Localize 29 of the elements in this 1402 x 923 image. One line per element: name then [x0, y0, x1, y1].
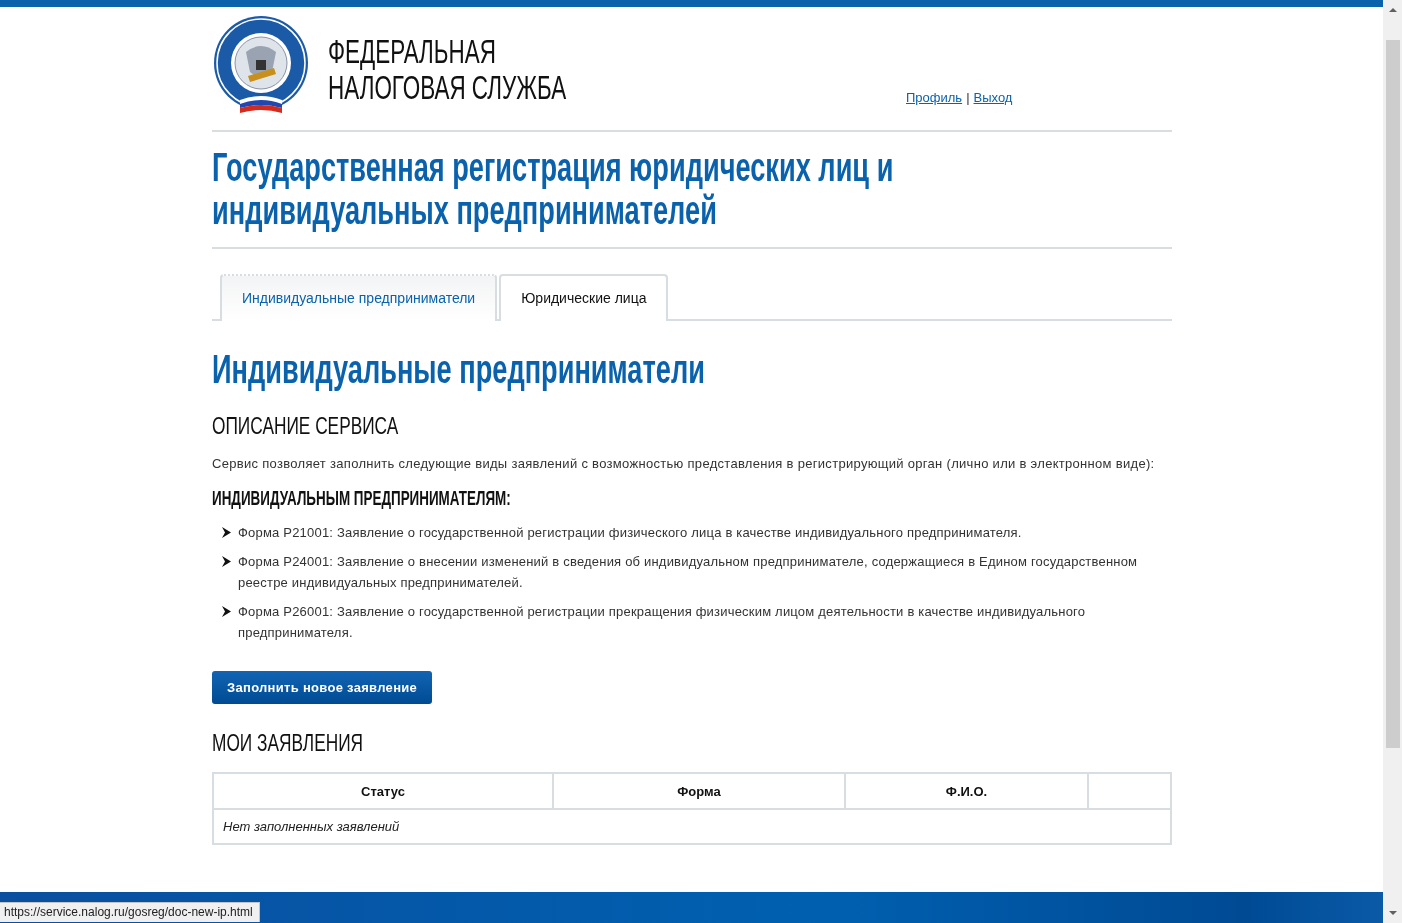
list-heading: ИНДИВИДУАЛЬНЫМ ПРЕДПРИНИМАТЕЛЯМ:	[212, 486, 511, 510]
chevron-icon	[221, 606, 232, 617]
tab[interactable]: Индивидуальные предприниматели	[220, 274, 498, 321]
form-description: Форма Р26001: Заявление о государственной регистрации прекращения физическим лицом деятельности в качестве индивидуального предпринимателя.	[238, 603, 1087, 642]
link-separator: |	[966, 90, 970, 105]
form-description: Форма Р21001: Заявление о государственной регистрации физического лица в качестве индивидуального предпринимателя.	[238, 524, 1022, 542]
scrollbar[interactable]	[1383, 0, 1402, 923]
status-url: https://service.nalog.ru/gosreg/doc-new-ip.html	[0, 902, 260, 922]
section-title: Индивидуальные предприниматели	[212, 347, 705, 391]
column-header: Ф.И.О.	[845, 773, 1088, 809]
section-heading: ОПИСАНИЕ СЕРВИСА	[212, 413, 399, 439]
chevron-icon	[221, 556, 232, 567]
new-application-button[interactable]: Заполнить новое заявление	[212, 671, 433, 704]
form-description: Форма Р24001: Заявление о внесении изменений в сведения об индивидуальном предпринимателе, содержащиеся в Едином государственном реестре индивидуальных предпринимателей.	[238, 553, 1139, 592]
logo-title: ФЕДЕРАЛЬНАЯ	[328, 33, 497, 69]
logo-title: НАЛОГОВАЯ СЛУЖБА	[328, 69, 567, 105]
profile-link[interactable]: Профиль	[906, 90, 963, 105]
section-heading: МОИ ЗАЯВЛЕНИЯ	[212, 730, 364, 756]
column-header: Форма	[553, 773, 845, 809]
scrollbar-thumb[interactable]	[1385, 40, 1400, 748]
tab[interactable]: Юридические лица	[499, 274, 669, 321]
page-title: Государственная регистрация юридических лиц и индивидуальных предпринимателей	[212, 146, 895, 232]
scroll-down-icon[interactable]	[1387, 909, 1398, 917]
empty-message: Нет заполненных заявлений	[213, 809, 1171, 844]
scroll-up-icon[interactable]	[1387, 6, 1398, 14]
column-header: Статус	[213, 773, 553, 809]
logout-link[interactable]: Выход	[973, 90, 1013, 105]
chevron-icon	[221, 527, 232, 538]
service-description: Сервис позволяет заполнить следующие виды заявлений с возможностью представления в регистрирующий орган (лично или в электронном виде):	[212, 455, 1156, 473]
